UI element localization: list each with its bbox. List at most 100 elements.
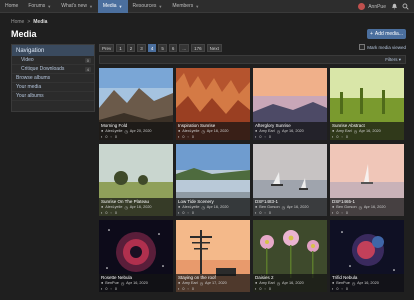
media-tile[interactable]: Morning Fold ● AlexLyelie ◷ Apr 20, 2020 ▪ 0… — [99, 68, 173, 140]
media-user[interactable]: Amy Earl — [259, 129, 274, 134]
media-title[interactable]: Daisies 2 — [255, 275, 325, 280]
media-user[interactable]: AlexLyelie — [182, 205, 199, 210]
media-date: Apr 16, 2020 — [286, 205, 309, 209]
media-date: Apr 17, 2020 — [205, 281, 227, 285]
media-user[interactable]: AlexLyelie — [105, 205, 122, 210]
comment-count: 0 — [336, 135, 339, 139]
sidebar-item-critique-downloads[interactable]: Critique Downloads 4 — [12, 65, 94, 74]
media-date: Apr 16, 2020 — [363, 205, 386, 209]
media-title[interactable]: DSF1483-1 — [255, 199, 325, 204]
media-tile[interactable]: DSF1465-1 ● Ben Gorson ◷ Apr 16, 2020 ▪ 0 ▫ 0 — [330, 144, 404, 216]
username: AnnPue — [368, 3, 386, 10]
media-user[interactable]: Amy Earl — [182, 281, 197, 286]
media-user[interactable]: BenPue — [105, 281, 119, 286]
page-link[interactable]: 5 — [158, 44, 167, 52]
reaction-count: 0 — [268, 135, 271, 139]
media-user[interactable]: AlexLyelie — [182, 129, 199, 134]
page-link[interactable]: 3 — [137, 44, 146, 52]
reaction-icon: ▫ — [187, 211, 189, 215]
filter-bar: Filters ▾ — [99, 55, 406, 64]
media-caption: DSF1465-1 ● Ben Gorson ◷ Apr 16, 2020 ▪ 0 ▫ 0 — [330, 198, 404, 216]
top-navigation: Home Forums ▼ What's new ▼ Media ▼ Resource… — [0, 0, 414, 13]
page-link[interactable]: 6 — [168, 44, 178, 52]
nav-tab-media[interactable]: Media ▼ — [97, 0, 128, 13]
media-title[interactable]: Trifid Nebula — [332, 275, 402, 280]
media-date: Apr 16, 2020 — [359, 129, 381, 133]
media-title[interactable]: Staying on the roof — [178, 275, 248, 280]
media-date: Apr 16, 2020 — [129, 205, 152, 209]
media-tile[interactable]: Rosette Nebula ● BenPue ◷ Apr 16, 2020 ▪ 0 ▫ 0 — [99, 220, 173, 292]
comment-icon: ▪ — [101, 135, 103, 139]
clock-icon: ◷ — [351, 282, 356, 286]
media-tile[interactable]: Trifid Nebula ● BenPue ◷ Apr 16, 2020 ▪ 0 ▫ 0 — [330, 220, 404, 292]
media-user[interactable]: Ben Gorson — [336, 205, 356, 210]
media-tile[interactable]: Sunrise On The Plateau ● AlexLyelie ◷ Apr 1… — [99, 144, 173, 216]
media-title[interactable]: Afterglory Sunrise — [255, 123, 325, 128]
sidebar-item-label: Browse albums — [16, 75, 51, 81]
media-caption: DSF1483-1 ● Ben Gorson ◷ Apr 16, 2020 ▪ 0 ▫ 0 — [253, 198, 327, 216]
sidebar-item-video[interactable]: Video 0 — [12, 56, 94, 65]
user-icon: ● — [178, 129, 181, 133]
sidebar-item-label: Critique Downloads — [21, 66, 65, 72]
pagination-next[interactable]: Next — [206, 44, 222, 52]
media-title[interactable]: Morning Fold — [101, 123, 171, 128]
user-menu[interactable]: AnnPue — [358, 0, 386, 13]
sidebar-item-your-media[interactable]: Your media — [12, 83, 94, 92]
reaction-count: 0 — [268, 211, 271, 215]
media-user[interactable]: AlexLyelie — [105, 129, 122, 134]
media-tile[interactable]: Low Tide Scenery ● AlexLyelie ◷ Apr 16, 202… — [176, 144, 250, 216]
comment-count: 0 — [336, 287, 339, 291]
add-media-button[interactable]: + Add media... — [367, 29, 406, 39]
nav-tab-members[interactable]: Members ▼ — [167, 0, 204, 13]
media-tile[interactable]: Daisies 2 ● Amy Earl ◷ Apr 16, 2020 ▪ 0 ▫ 0 — [253, 220, 327, 292]
media-date: Apr 16, 2020 — [282, 281, 304, 285]
media-caption: Sunrise Abstract ● Amy Earl ◷ Apr 16, 2020 … — [330, 122, 404, 140]
media-title[interactable]: Rosette Nebula — [101, 275, 171, 280]
sidebar-item-your-albums[interactable]: Your albums — [12, 92, 94, 101]
media-title[interactable]: Sunrise Abstract — [332, 123, 402, 128]
bell-icon[interactable] — [391, 3, 398, 10]
filters-label: Filters — [385, 57, 398, 62]
reaction-icon: ▫ — [110, 287, 112, 291]
chevron-down-icon: ▼ — [47, 3, 52, 9]
mark-media-viewed[interactable]: Mark media viewed — [359, 44, 406, 50]
nav-tab-home[interactable]: Home — [0, 0, 23, 13]
page-ellipsis[interactable]: ... — [179, 44, 190, 52]
checkbox[interactable] — [359, 44, 366, 50]
pagination-prev[interactable]: Prev — [99, 44, 115, 52]
media-tile[interactable]: DSF1483-1 ● Ben Gorson ◷ Apr 16, 2020 ▪ 0 ▫ 0 — [253, 144, 327, 216]
search-icon[interactable] — [402, 3, 409, 10]
comment-icon: ▪ — [101, 211, 103, 215]
media-caption: Trifid Nebula ● BenPue ◷ Apr 16, 2020 ▪ 0 ▫ 0 — [330, 274, 404, 292]
user-icon: ● — [101, 205, 104, 209]
media-user[interactable]: Amy Earl — [336, 129, 351, 134]
media-date: Apr 16, 2020 — [126, 281, 148, 285]
reaction-icon: ▫ — [187, 287, 189, 291]
media-title[interactable]: DSF1465-1 — [332, 199, 402, 204]
media-user[interactable]: Ben Gorson — [259, 205, 279, 210]
nav-tab-resources[interactable]: Resources ▼ — [128, 0, 168, 13]
breadcrumb-current[interactable]: Media — [33, 19, 47, 25]
sidebar-item-browse-albums[interactable]: Browse albums — [12, 74, 94, 83]
media-tile[interactable]: Staying on the roof ● Amy Earl ◷ Apr 17, 20… — [176, 220, 250, 292]
media-user[interactable]: Amy Earl — [259, 281, 274, 286]
chevron-down-icon: ▼ — [88, 3, 93, 9]
media-title[interactable]: Inspiration Sunrise — [178, 123, 248, 128]
count-badge: 0 — [84, 58, 91, 63]
page-link[interactable]: 2 — [126, 44, 136, 52]
page-link[interactable]: 1 — [116, 44, 125, 52]
page-link[interactable]: 176 — [191, 44, 205, 52]
media-tile[interactable]: Afterglory Sunrise ● Amy Earl ◷ Apr 16, 202… — [253, 68, 327, 140]
breadcrumb-home[interactable]: Home — [11, 19, 24, 25]
nav-tab-whats-new[interactable]: What's new ▼ — [56, 0, 98, 13]
page-link-current[interactable]: 4 — [147, 44, 157, 52]
media-title[interactable]: Sunrise On The Plateau — [101, 199, 171, 204]
media-caption: Inspiration Sunrise ● AlexLyelie ◷ Apr 16, … — [176, 122, 250, 140]
nav-tab-forums[interactable]: Forums ▼ — [23, 0, 56, 13]
filters-dropdown[interactable]: Filters ▾ — [385, 57, 401, 63]
media-tile[interactable]: Sunrise Abstract ● Amy Earl ◷ Apr 16, 2020 … — [330, 68, 404, 140]
media-tile[interactable]: Inspiration Sunrise ● AlexLyelie ◷ Apr 16, … — [176, 68, 250, 140]
media-title[interactable]: Low Tide Scenery — [178, 199, 248, 204]
media-user[interactable]: BenPue — [336, 281, 350, 286]
reaction-icon: ▫ — [187, 135, 189, 139]
